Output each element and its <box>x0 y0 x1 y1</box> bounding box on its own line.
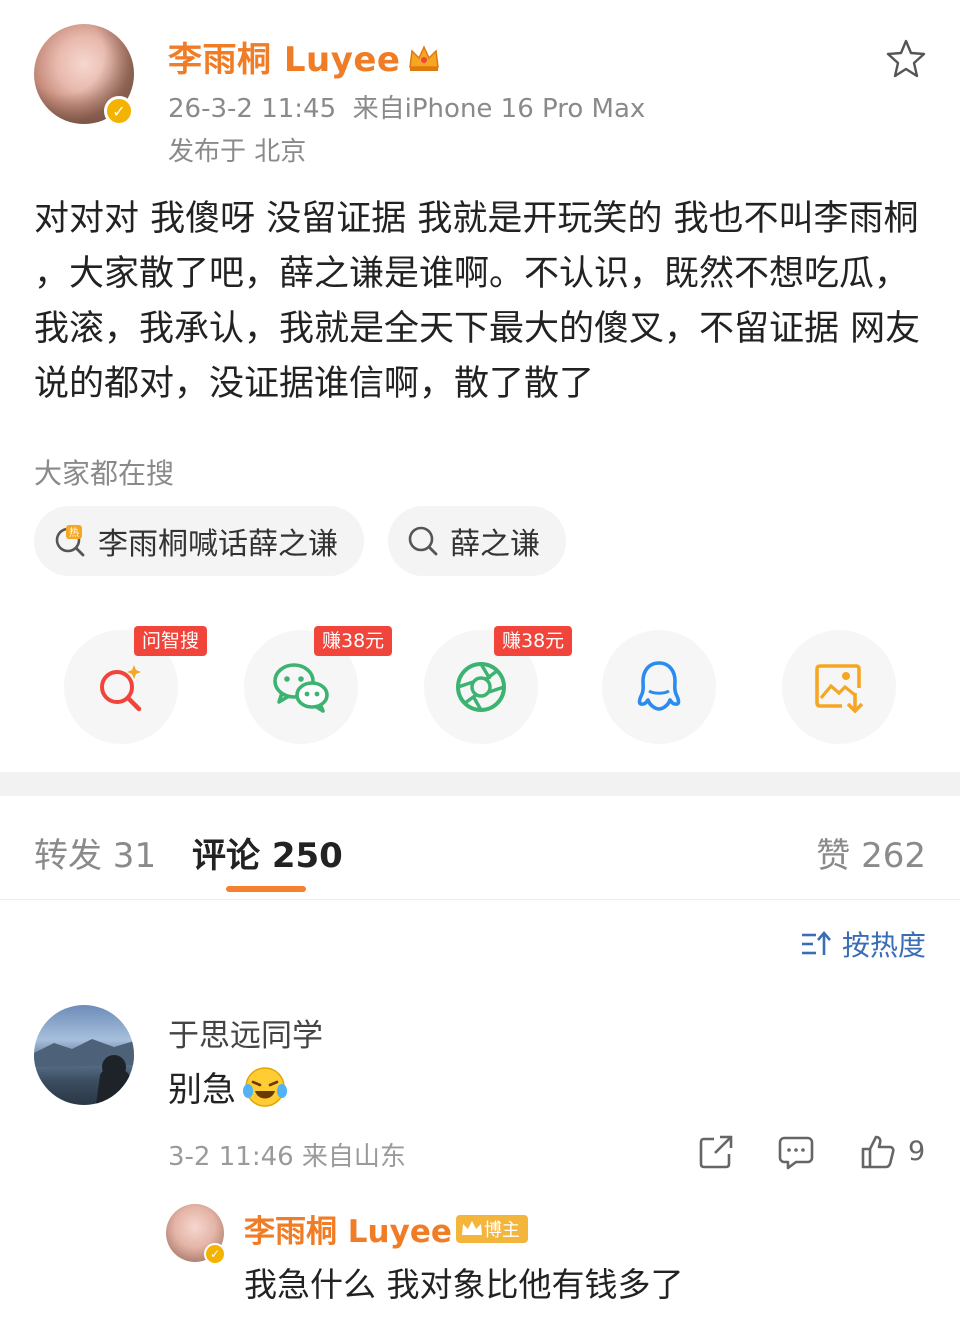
tab-comments[interactable]: 评论 250 <box>192 828 343 877</box>
ai-search-icon <box>100 665 142 712</box>
hot-search-icon: 热 <box>55 525 85 557</box>
save-image-icon <box>815 664 864 714</box>
commenter-avatar[interactable] <box>34 1005 134 1105</box>
blogger-badge-text: 博主 <box>483 1219 520 1241</box>
blogger-badge: 博主 <box>455 1214 528 1243</box>
share-badge-ai: 问智搜 <box>134 626 208 656</box>
tabs-divider <box>0 899 960 900</box>
reply-verified-icon: ✓ <box>204 1243 226 1265</box>
verified-badge-icon: ✓ <box>104 96 134 126</box>
sort-label: 按热度 <box>841 929 926 962</box>
reply-author[interactable]: 李雨桐 Luyee 博主 <box>244 1206 528 1251</box>
post-timestamp: 26-3-2 11:45 <box>168 94 337 124</box>
sort-icon <box>801 931 831 955</box>
search-icon <box>408 526 438 556</box>
moments-icon <box>456 662 506 712</box>
trending-label: 大家都在搜 <box>34 457 175 490</box>
post-source: 来自iPhone 16 Pro Max <box>352 94 646 124</box>
laughing-crying-emoji-icon <box>243 1066 287 1107</box>
favorite-star-icon[interactable] <box>886 38 926 78</box>
reply-text: 我急什么 我对象比他有钱多了 <box>244 1265 684 1304</box>
repost-icon[interactable] <box>698 1134 734 1170</box>
post-meta: 26-3-2 11:45 来自iPhone 16 Pro Max <box>168 88 645 125</box>
crown-icon <box>407 42 441 82</box>
tab-likes[interactable]: 赞 262 <box>816 828 926 877</box>
comment-meta: 3-2 11:46 来自山东 <box>168 1142 406 1172</box>
svg-text:热: 热 <box>69 526 79 539</box>
share-qq-button[interactable] <box>602 630 716 744</box>
crown-icon <box>461 1220 482 1235</box>
tab-repost[interactable]: 转发 31 <box>34 828 156 877</box>
post-body: 对对对 我傻呀 没留证据 我就是开玩笑的 我也不叫李雨桐 ，大家散了吧，薛之谦是… <box>34 199 921 404</box>
section-divider <box>0 772 960 796</box>
save-image-button[interactable] <box>782 630 896 744</box>
active-tab-indicator <box>226 886 306 892</box>
search-chip-1-text: 李雨桐喊话薛之谦 <box>98 527 338 562</box>
share-badge-wechat: 赚38元 <box>314 626 393 656</box>
reply-author-name: 李雨桐 Luyee <box>244 1214 452 1250</box>
sort-button[interactable]: 按热度 <box>800 924 926 964</box>
share-badge-moments: 赚38元 <box>494 626 573 656</box>
like-count: 9 <box>908 1136 926 1167</box>
search-chip-2-text: 薛之谦 <box>450 527 540 562</box>
comment-body: 别急 <box>168 1062 288 1111</box>
comment-text: 别急 <box>168 1070 236 1110</box>
post-location: 发布于 北京 <box>168 137 307 167</box>
like-icon[interactable] <box>860 1134 896 1170</box>
author-name[interactable]: 李雨桐 Luyee <box>168 32 441 82</box>
search-chip-2[interactable]: 薛之谦 <box>388 506 566 576</box>
comment-icon[interactable] <box>778 1134 814 1170</box>
qq-icon <box>637 661 681 711</box>
author-name-text: 李雨桐 Luyee <box>168 40 401 80</box>
wechat-icon <box>273 663 329 713</box>
search-chip-1[interactable]: 热 李雨桐喊话薛之谦 <box>34 506 364 576</box>
commenter-name[interactable]: 于思远同学 <box>168 1010 323 1055</box>
